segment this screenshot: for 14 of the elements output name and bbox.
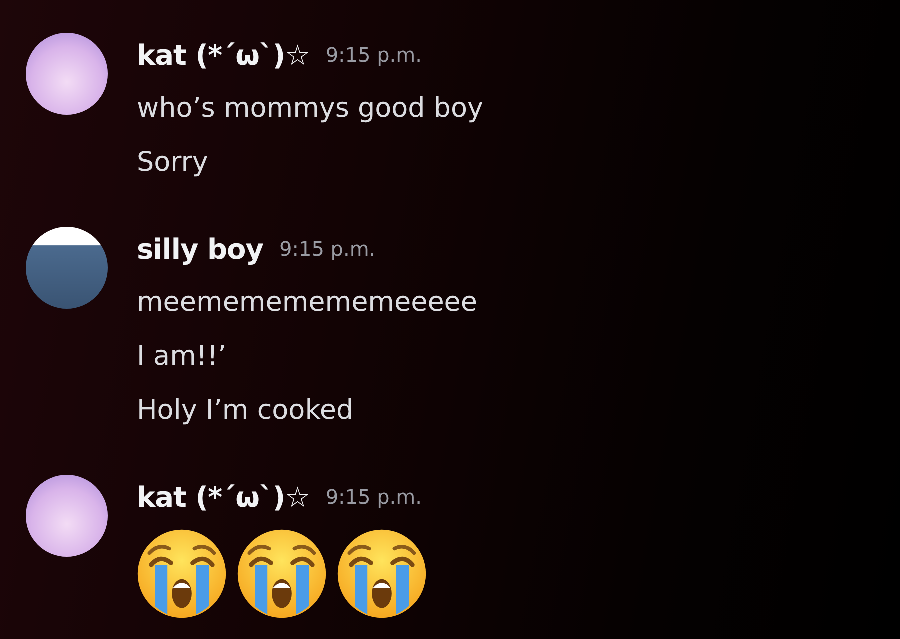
- crying-face-icon: [237, 529, 327, 619]
- username[interactable]: kat (*´ω`)☆: [137, 480, 310, 514]
- timestamp: 9:15 p.m.: [280, 237, 376, 261]
- message-text: meemememememeeeee: [137, 286, 478, 320]
- message-text: who’s mommys good boy: [137, 92, 484, 126]
- message-text: Holy I’m cooked: [137, 394, 355, 428]
- timestamp: 9:15 p.m.: [326, 43, 422, 67]
- message-text: I am!!’: [137, 340, 228, 374]
- crying-face-icon: [137, 529, 227, 619]
- username[interactable]: kat (*´ω`)☆: [137, 38, 310, 72]
- username[interactable]: silly boy: [137, 232, 264, 266]
- timestamp: 9:15 p.m.: [326, 485, 422, 509]
- crying-face-icon: [337, 529, 427, 619]
- message-text: Sorry: [137, 146, 210, 180]
